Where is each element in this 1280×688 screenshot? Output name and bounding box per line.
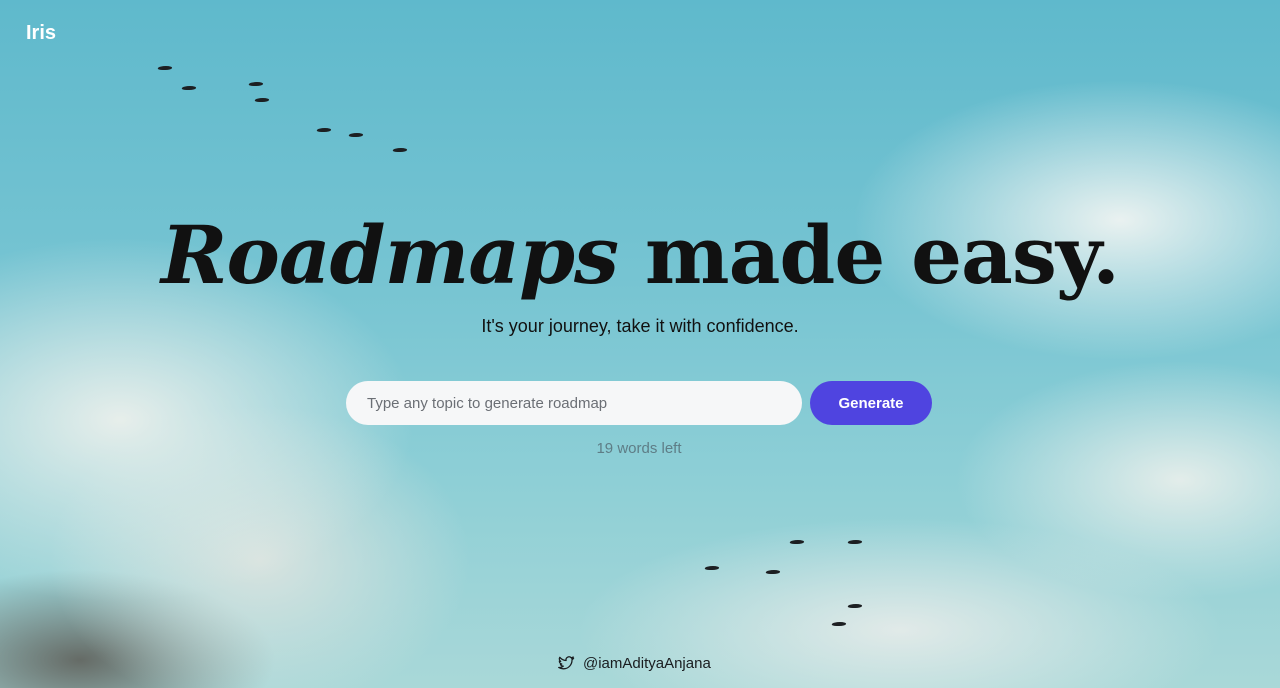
- bird-icon: [348, 133, 364, 137]
- bird-icon: [847, 604, 863, 608]
- bird-icon: [316, 128, 332, 132]
- generate-button[interactable]: Generate: [810, 381, 932, 425]
- bird-icon: [181, 86, 197, 90]
- page-title: Roadmaps made easy.: [0, 205, 1280, 305]
- bird-icon: [392, 148, 408, 152]
- bird-icon: [157, 66, 173, 70]
- bird-icon: [765, 570, 781, 574]
- twitter-icon: [558, 656, 575, 670]
- bird-icon: [831, 622, 847, 626]
- bird-icon: [847, 540, 863, 544]
- words-left-counter: 19 words left: [596, 440, 682, 457]
- topic-input[interactable]: [346, 381, 802, 425]
- twitter-link[interactable]: @iamAdityaAnjana: [558, 655, 711, 672]
- brand-logo[interactable]: Iris: [26, 22, 56, 45]
- bird-icon: [254, 98, 270, 102]
- page-subtitle: It's your journey, take it with confiden…: [481, 316, 799, 336]
- headline-rest: made easy.: [618, 208, 1120, 302]
- twitter-handle: @iamAdityaAnjana: [583, 655, 711, 672]
- bird-icon: [248, 82, 264, 86]
- headline-emphasis: Roadmaps: [160, 208, 619, 302]
- bird-icon: [789, 540, 805, 544]
- bird-icon: [704, 566, 720, 570]
